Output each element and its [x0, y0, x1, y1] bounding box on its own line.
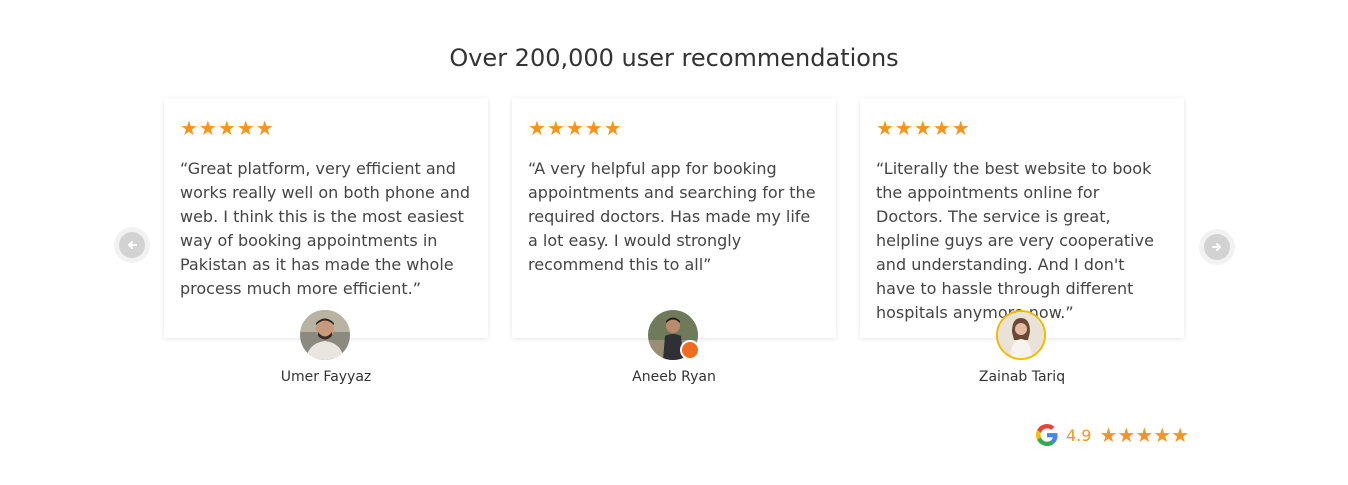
- testimonial-card: ★★★★★ “Great platform, very efficient an…: [164, 98, 488, 338]
- carousel-next-button[interactable]: [1199, 229, 1235, 265]
- rating-value: 4.9: [1066, 425, 1092, 445]
- testimonial-card: ★★★★★ “A very helpful app for booking ap…: [512, 98, 836, 338]
- carousel-prev-button[interactable]: [114, 227, 150, 263]
- testimonial-card: ★★★★★ “Literally the best website to boo…: [860, 98, 1184, 338]
- reviewer-name: Umer Fayyaz: [280, 369, 372, 385]
- testimonial-quote: “Great platform, very efficient and work…: [180, 159, 471, 298]
- star-rating: ★★★★★: [1099, 423, 1190, 447]
- google-rating: 4.9 ★★★★★: [1036, 422, 1189, 448]
- testimonial-quote: “A very helpful app for booking appointm…: [528, 159, 816, 274]
- google-logo-icon: [1036, 424, 1058, 446]
- reviewer-name: Aneeb Ryan: [632, 369, 716, 385]
- avatar: [300, 310, 350, 360]
- avatar: [996, 310, 1046, 360]
- arrow-left-icon: [128, 241, 137, 249]
- arrow-right-icon: [1212, 243, 1221, 251]
- star-rating: ★★★★★: [180, 116, 275, 140]
- star-rating: ★★★★★: [528, 116, 623, 140]
- testimonial-quote: “Literally the best website to book the …: [876, 159, 1154, 322]
- verified-badge-icon: [680, 340, 700, 360]
- reviewer-name: Zainab Tariq: [978, 369, 1066, 385]
- section-title: Over 200,000 user recommendations: [449, 44, 899, 72]
- star-rating: ★★★★★: [876, 116, 971, 140]
